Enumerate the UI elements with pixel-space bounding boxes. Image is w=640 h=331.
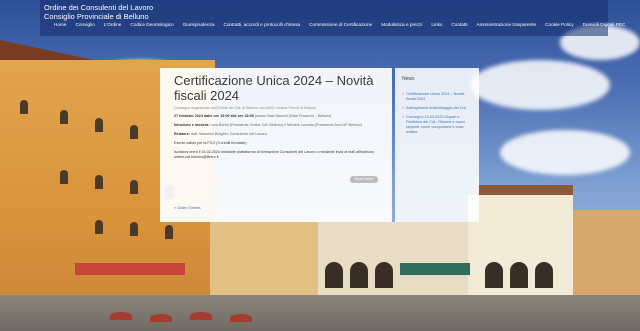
nav-item-cookie-policy[interactable]: Cookie Policy [545, 22, 573, 27]
window [60, 110, 68, 124]
older-entries-link[interactable]: « Older Entries [174, 205, 201, 210]
post-date: 27 febbraio 2024 dalle ore 15:00 alle or… [174, 114, 378, 119]
brand-line-2: Consiglio Provinciale di Belluno [44, 12, 149, 21]
window [130, 222, 138, 236]
site-header: Ordine dei Consulenti del Lavoro Consigl… [40, 0, 625, 36]
arch [485, 262, 503, 288]
sidebar-title: News [402, 76, 415, 82]
date-text: 27 febbraio 2024 dalle ore 15:00 alle or… [174, 114, 254, 118]
news-list: » Certificazione Unica 2024 – Novità fisc… [402, 92, 472, 135]
window [95, 220, 103, 234]
nav-item-codice-deontologico[interactable]: Codice Deontologico [130, 22, 173, 27]
post-credits: Evento valido per la FCO (3 crediti form… [174, 141, 247, 145]
piazza-ground [0, 295, 640, 331]
arch [350, 262, 368, 288]
window [130, 125, 138, 139]
post-iscrizioni: Iscrizioni entro il 16.02.2024 mediante … [174, 150, 374, 159]
news-item[interactable]: » Convegno 13.03.2023 Dispari e Paritetic… [402, 115, 472, 135]
post-relatore: Relatore: dott. Massimo Braghin, Consule… [174, 132, 378, 137]
umbrella [230, 314, 252, 322]
nav-item-amministrazione-trasparente[interactable]: Amministrazione trasparente [476, 22, 536, 27]
window [95, 118, 103, 132]
nav-item-consiglio[interactable]: Consiglio [76, 22, 95, 27]
intro-text: Lara Bortot (Presidente Ordine CdL Bellu… [210, 123, 363, 127]
brand-line-1: Ordine dei Consulenti del Lavoro [44, 3, 154, 12]
post-meta: Convegno organizzato dall'Ordine dei CdL… [174, 106, 317, 110]
cloud [470, 60, 610, 110]
post-intro: Introduce e modera: Lara Bortot (Preside… [174, 123, 378, 128]
intro-label: Introduce e modera: [174, 123, 210, 127]
news-item[interactable]: » Certificazione Unica 2024 – Novità fisc… [402, 92, 472, 102]
nav-item-contratti-accordi-e-protocolli-d-intesa[interactable]: Contratti, accordi e protocolli d'intesa [223, 22, 300, 27]
relatore-text: dott. Massimo Braghin, Consulente del La… [191, 132, 268, 136]
window [95, 175, 103, 189]
umbrella [190, 312, 212, 320]
news-sidebar: News » Certificazione Unica 2024 – Novità… [395, 68, 479, 222]
bullet-icon: » [402, 106, 405, 110]
awning [400, 263, 470, 275]
umbrella [150, 314, 172, 322]
post-title[interactable]: Certificazione Unica 2024 – Novità fisca… [174, 73, 379, 103]
window [130, 180, 138, 194]
nav-item-home[interactable]: Home [54, 22, 67, 27]
nav-item-domicili-digitali-pec[interactable]: Domicili Digitali PEC [583, 22, 626, 27]
read-more-button[interactable]: Read more [350, 176, 378, 183]
awning [75, 263, 185, 275]
main-nav: Home Consiglio L'Ordine Codice Deontologico… [54, 22, 625, 27]
nav-item-links[interactable]: Links [431, 22, 442, 27]
cloud [500, 130, 630, 175]
umbrella [110, 312, 132, 320]
window [20, 100, 28, 114]
arch [510, 262, 528, 288]
bullet-icon: » [402, 115, 405, 119]
nav-item-l-ordine[interactable]: L'Ordine [104, 22, 122, 27]
arch [325, 262, 343, 288]
nav-item-commissione-di-certificazione[interactable]: Commissione di Certificazione [309, 22, 372, 27]
site-brand[interactable]: Ordine dei Consulenti del Lavoro Consigl… [44, 3, 153, 21]
news-item-label: Adempimenti Antiriciclaggio dei CdL [406, 106, 467, 110]
arch [535, 262, 553, 288]
news-item[interactable]: » Adempimenti Antiriciclaggio dei CdL [402, 106, 472, 111]
nav-item-giurisprudenza[interactable]: Giurisprudenza [183, 22, 215, 27]
date-place: presso Sala Bianchi (Viale Fusaccio – Be… [254, 114, 332, 118]
nav-item-modulistica-e-prezzi[interactable]: Modulistica e prezzi [381, 22, 422, 27]
relatore-label: Relatore: [174, 132, 190, 136]
news-item-label: Certificazione Unica 2024 – Novità fisca… [406, 92, 465, 101]
arch [375, 262, 393, 288]
post-card: Certificazione Unica 2024 – Novità fisca… [160, 68, 392, 222]
window [60, 170, 68, 184]
bullet-icon: » [402, 92, 405, 96]
news-item-label: Convegno 13.03.2023 Dispari e Paritetica… [406, 115, 465, 134]
window [165, 225, 173, 239]
nav-item-contatti[interactable]: Contatti [451, 22, 467, 27]
